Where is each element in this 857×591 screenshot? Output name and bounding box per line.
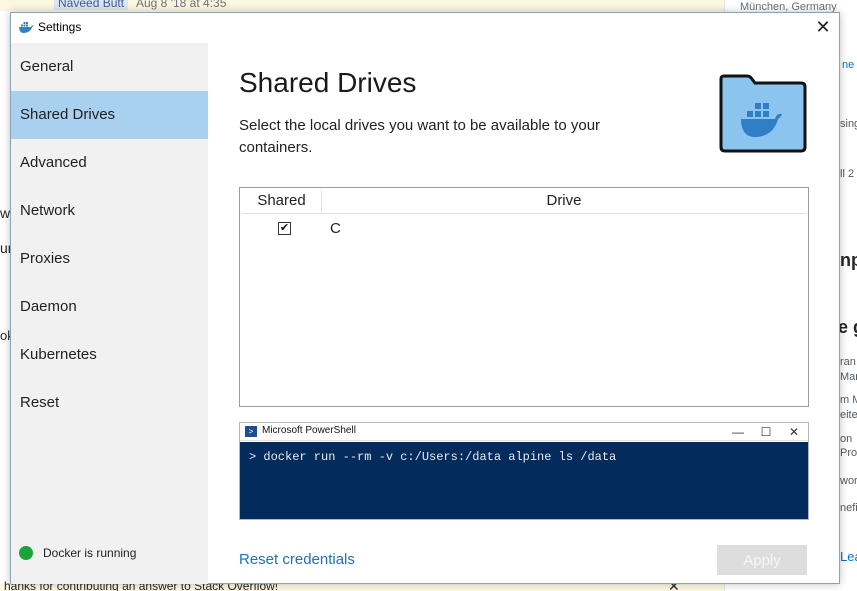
comment-user[interactable]: Naveed Butt (54, 0, 129, 10)
bg-fragment: Pro (840, 447, 857, 459)
sidebar-item-reset[interactable]: Reset (11, 379, 208, 427)
bg-fragment: Mar (840, 371, 857, 383)
sidebar-item-advanced[interactable]: Advanced (11, 139, 208, 187)
docker-whale-icon (19, 22, 34, 33)
page-description: Select the local drives you want to be a… (239, 117, 601, 156)
title-bar: Settings ✕ (11, 13, 839, 43)
bg-fragment: e g (838, 317, 857, 337)
bg-fragment: on (840, 433, 853, 445)
comment-date: Aug 8 '18 at 4:35 (136, 0, 227, 10)
settings-dialog: Settings ✕ General Shared Drives Advance… (10, 12, 840, 584)
bg-fragment: np (840, 250, 857, 270)
status-dot-icon (19, 546, 33, 560)
sidebar-item-network[interactable]: Network (11, 187, 208, 235)
page-title: Shared Drives (239, 67, 417, 98)
powershell-command: > docker run --rm -v c:/Users:/data alpi… (249, 450, 617, 464)
table-header: Shared Drive (242, 190, 806, 214)
powershell-icon: > (245, 426, 257, 437)
bg-fragment[interactable]: ne (842, 58, 854, 72)
minimize-icon[interactable]: — (726, 423, 750, 441)
drive-letter: C (330, 219, 341, 237)
shared-drives-panel: Shared Drives Select the local drives yo… (208, 43, 839, 583)
docker-status: Docker is running (19, 546, 136, 560)
powershell-titlebar: > Microsoft PowerShell — ☐ ✕ (240, 423, 808, 441)
bg-fragment[interactable]: Lea (840, 550, 857, 564)
bg-fragment: ran (840, 356, 856, 368)
column-header-shared[interactable]: Shared (242, 190, 322, 213)
apply-button[interactable]: Apply (717, 545, 807, 575)
sidebar-item-shared-drives[interactable]: Shared Drives (11, 91, 208, 139)
sidebar-item-proxies[interactable]: Proxies (11, 235, 208, 283)
bg-fragment: w (0, 205, 11, 221)
sidebar-item-daemon[interactable]: Daemon (11, 283, 208, 331)
window-title: Settings (38, 20, 82, 34)
powershell-window: > Microsoft PowerShell — ☐ ✕ > docker ru… (239, 422, 809, 520)
sidebar-item-kubernetes[interactable]: Kubernetes (11, 331, 208, 379)
drive-shared-checkbox[interactable]: ✔ (278, 221, 291, 235)
powershell-title: Microsoft PowerShell (262, 425, 356, 436)
sidebar-item-general[interactable]: General (11, 43, 208, 91)
settings-sidebar: General Shared Drives Advanced Network P… (11, 43, 208, 584)
maximize-icon[interactable]: ☐ (754, 423, 778, 441)
drives-table: Shared Drive ✔ C (239, 187, 809, 407)
docker-folder-icon (719, 74, 807, 153)
table-row[interactable]: ✔ C (242, 216, 806, 240)
powershell-console: > docker run --rm -v c:/Users:/data alpi… (240, 442, 808, 519)
bg-fragment: sing (840, 118, 857, 130)
status-text: Docker is running (43, 546, 137, 560)
bg-fragment: m M (840, 394, 857, 406)
close-icon[interactable]: ✕ (813, 17, 833, 37)
bg-fragment: nefi (840, 502, 857, 514)
reset-credentials-link[interactable]: Reset credentials (239, 551, 355, 568)
close-icon[interactable]: ✕ (782, 423, 806, 441)
bg-fragment: wor (840, 475, 857, 487)
bg-fragment: ll 2 (840, 168, 855, 180)
bg-fragment: eiter (840, 409, 857, 421)
column-header-drive[interactable]: Drive (322, 190, 806, 213)
